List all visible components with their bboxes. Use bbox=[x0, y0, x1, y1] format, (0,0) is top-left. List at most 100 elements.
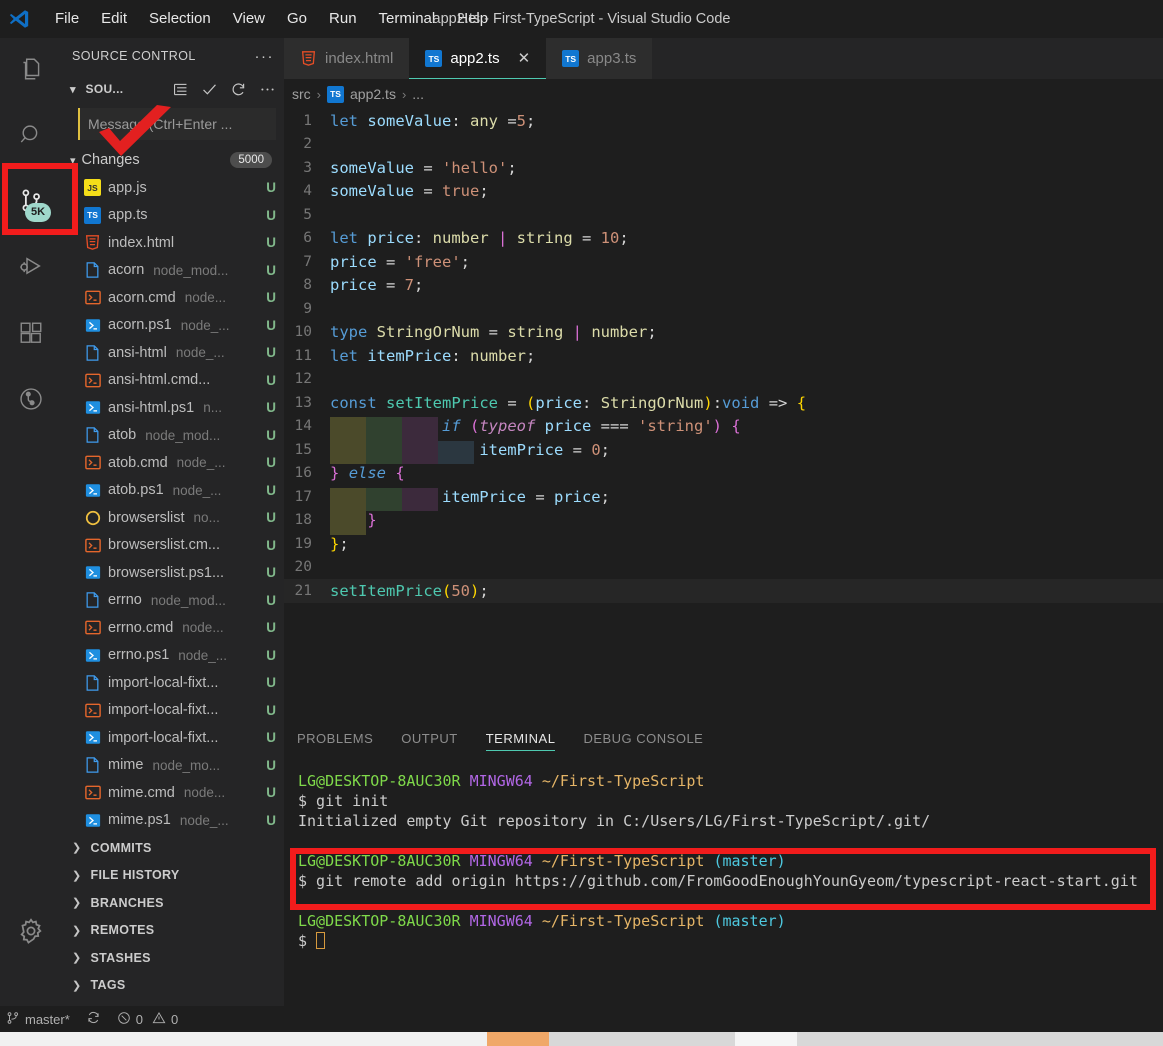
taskbar-icon[interactable] bbox=[859, 1032, 921, 1046]
code-token: string bbox=[507, 323, 564, 342]
activity-item-search[interactable] bbox=[0, 104, 62, 170]
taskbar-icon[interactable] bbox=[487, 1032, 549, 1046]
changed-file-row[interactable]: atob.ps1 node_... U bbox=[62, 477, 284, 505]
refresh-icon[interactable] bbox=[230, 81, 247, 98]
menu-edit[interactable]: Edit bbox=[90, 7, 138, 31]
tab-close-icon[interactable]: ✕ bbox=[518, 51, 531, 66]
sync-icon bbox=[86, 1010, 101, 1028]
chevron-down-icon[interactable]: ▾ bbox=[70, 83, 76, 96]
changes-group-header[interactable]: ▾ Changes 5000 bbox=[62, 146, 284, 174]
taskbar-icon[interactable] bbox=[611, 1032, 673, 1046]
changed-file-row[interactable]: browserslist no... U bbox=[62, 504, 284, 532]
changed-file-row[interactable]: mime node_mo... U bbox=[62, 752, 284, 780]
taskbar-icon[interactable] bbox=[735, 1032, 797, 1046]
changed-file-row[interactable]: index.html U bbox=[62, 229, 284, 257]
chevron-down-icon: ▾ bbox=[70, 154, 76, 167]
changed-file-row[interactable]: TS app.ts U bbox=[62, 202, 284, 230]
taskbar-icon[interactable] bbox=[797, 1032, 859, 1046]
taskbar-icon[interactable] bbox=[549, 1032, 611, 1046]
code-line: 20 bbox=[284, 556, 1163, 580]
source-control-group-file-history[interactable]: ❯ FILE HISTORY bbox=[62, 862, 284, 890]
activity-item-source-control[interactable]: 5K bbox=[0, 170, 62, 236]
taskbar-icon[interactable] bbox=[673, 1032, 735, 1046]
status-branch[interactable]: master* bbox=[6, 1011, 70, 1028]
activity-item-extensions[interactable] bbox=[0, 302, 62, 368]
tab-debug-console[interactable]: DEBUG CONSOLE bbox=[583, 717, 703, 759]
sidebar-more-icon[interactable]: ··· bbox=[255, 48, 275, 65]
changed-file-row[interactable]: acorn node_mod... U bbox=[62, 257, 284, 285]
source-control-group-remotes[interactable]: ❯ REMOTES bbox=[62, 917, 284, 945]
commit-message-input[interactable]: Message (Ctrl+Enter ... bbox=[78, 108, 276, 140]
changed-file-status: U bbox=[266, 400, 276, 416]
source-control-group-stashes[interactable]: ❯ STASHES bbox=[62, 944, 284, 972]
changed-file-row[interactable]: errno node_mod... U bbox=[62, 587, 284, 615]
changed-file-row[interactable]: acorn.ps1 node_... U bbox=[62, 312, 284, 340]
changed-file-status: U bbox=[266, 345, 276, 361]
changed-file-row[interactable]: JS app.js U bbox=[62, 174, 284, 202]
activity-item-gitlens[interactable] bbox=[0, 368, 62, 434]
code-line: 14 if (typeof price === 'string') { bbox=[284, 415, 1163, 441]
view-as-tree-icon[interactable] bbox=[172, 81, 189, 98]
terminal-prompt-line: LG@DESKTOP-8AUC30R MINGW64 ~/First-TypeS… bbox=[298, 911, 1149, 931]
code-editor[interactable]: 1 let someValue: any =5; 2 3 someValue = 'he… bbox=[284, 109, 1163, 717]
tab-problems[interactable]: PROBLEMS bbox=[297, 717, 373, 759]
source-control-group-commits[interactable]: ❯ COMMITS bbox=[62, 834, 284, 862]
menu-go[interactable]: Go bbox=[276, 7, 318, 31]
breadcrumb-src[interactable]: src bbox=[292, 86, 311, 102]
source-control-group-tags[interactable]: ❯ TAGS bbox=[62, 972, 284, 1000]
breadcrumb-file[interactable]: app2.ts bbox=[350, 86, 396, 102]
changed-file-row[interactable]: atob.cmd node_... U bbox=[62, 449, 284, 477]
status-sync[interactable] bbox=[86, 1010, 101, 1028]
activity-item-explorer[interactable] bbox=[0, 38, 62, 104]
status-problems[interactable]: 0 0 bbox=[117, 1011, 178, 1028]
breadcrumb-symbol[interactable]: ... bbox=[412, 86, 424, 102]
commit-check-icon[interactable] bbox=[201, 81, 218, 98]
code-token: typeof bbox=[479, 417, 536, 436]
terminal-output[interactable]: LG@DESKTOP-8AUC30R MINGW64 ~/First-TypeS… bbox=[284, 759, 1163, 951]
changed-file-row[interactable]: errno.ps1 node_... U bbox=[62, 642, 284, 670]
tab-app3-ts[interactable]: TS app3.ts bbox=[546, 38, 653, 79]
changed-file-row[interactable]: import-local-fixt... U bbox=[62, 669, 284, 697]
code-token: === bbox=[591, 417, 639, 436]
source-control-section-bar: ▾ SOU... bbox=[62, 74, 284, 104]
changed-file-row[interactable]: atob node_mod... U bbox=[62, 422, 284, 450]
menu-terminal[interactable]: Terminal bbox=[368, 7, 447, 31]
source-control-more-icon[interactable] bbox=[259, 81, 276, 98]
code-token: ; bbox=[619, 229, 629, 248]
code-line: 18 } bbox=[284, 509, 1163, 535]
changed-file-row[interactable]: import-local-fixt... U bbox=[62, 724, 284, 752]
changed-file-row[interactable]: browserslist.ps1... U bbox=[62, 559, 284, 587]
code-token: = bbox=[414, 158, 442, 177]
activity-item-manage[interactable] bbox=[0, 900, 62, 966]
menu-view[interactable]: View bbox=[222, 7, 276, 31]
tab-index-html[interactable]: index.html bbox=[284, 38, 410, 79]
changed-file-status: U bbox=[266, 757, 276, 773]
line-number: 16 bbox=[294, 465, 312, 482]
activity-item-run-and-debug[interactable] bbox=[0, 236, 62, 302]
line-number: 7 bbox=[303, 253, 312, 270]
changed-file-row[interactable]: import-local-fixt... U bbox=[62, 697, 284, 725]
changed-file-row[interactable]: mime.cmd node... U bbox=[62, 779, 284, 807]
ps1-icon bbox=[84, 482, 101, 499]
menu-selection[interactable]: Selection bbox=[138, 7, 222, 31]
changed-file-dir: node... bbox=[183, 785, 226, 801]
changed-file-row[interactable]: browserslist.cm... U bbox=[62, 532, 284, 560]
tab-app2-ts[interactable]: TS app2.ts ✕ bbox=[409, 38, 547, 79]
tab-output[interactable]: OUTPUT bbox=[401, 717, 457, 759]
changed-file-row[interactable]: ansi-html.cmd... U bbox=[62, 367, 284, 395]
menu-file[interactable]: File bbox=[44, 7, 90, 31]
changed-file-row[interactable]: ansi-html.ps1 n... U bbox=[62, 394, 284, 422]
changed-file-row[interactable]: acorn.cmd node... U bbox=[62, 284, 284, 312]
ts-icon: TS bbox=[425, 50, 443, 67]
source-control-group-branches[interactable]: ❯ BRANCHES bbox=[62, 889, 284, 917]
menu-help[interactable]: Help bbox=[446, 7, 499, 31]
line-content: price = 7; bbox=[330, 276, 1163, 294]
changed-file-row[interactable]: errno.cmd node... U bbox=[62, 614, 284, 642]
changed-file-row[interactable]: mime.ps1 node_... U bbox=[62, 807, 284, 835]
menu-run[interactable]: Run bbox=[318, 7, 368, 31]
tab-terminal[interactable]: TERMINAL bbox=[485, 717, 556, 759]
changed-file-row[interactable]: ansi-html node_... U bbox=[62, 339, 284, 367]
html-icon bbox=[300, 50, 317, 67]
changed-file-name: import-local-fixt... bbox=[108, 674, 219, 691]
